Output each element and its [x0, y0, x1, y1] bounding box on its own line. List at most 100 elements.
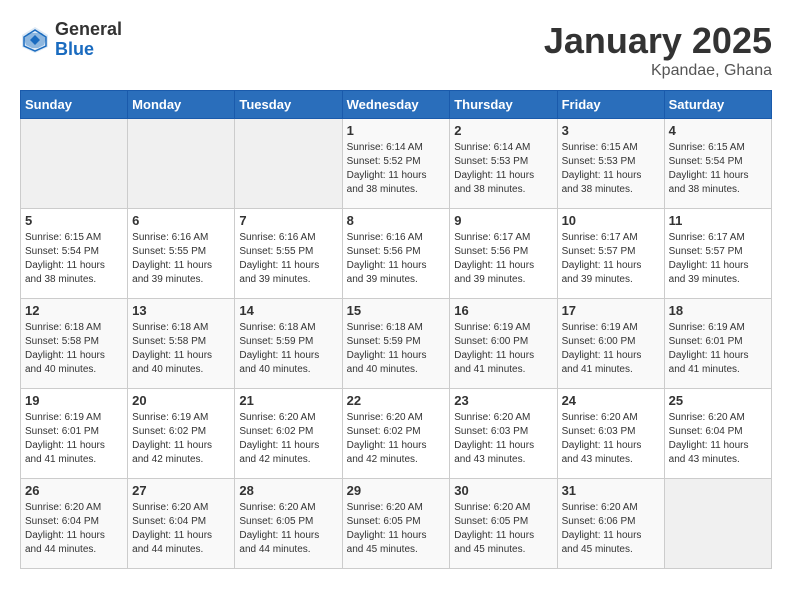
day-info: Sunrise: 6:19 AM Sunset: 6:01 PM Dayligh… [25, 411, 123, 467]
day-info: Sunrise: 6:20 AM Sunset: 6:05 PM Dayligh… [454, 501, 552, 557]
day-info: Sunrise: 6:20 AM Sunset: 6:02 PM Dayligh… [239, 411, 337, 467]
calendar-cell: 26Sunrise: 6:20 AM Sunset: 6:04 PM Dayli… [21, 479, 128, 569]
day-info: Sunrise: 6:16 AM Sunset: 5:56 PM Dayligh… [347, 231, 446, 287]
day-number: 11 [669, 213, 767, 228]
logo-icon [20, 25, 50, 55]
day-number: 16 [454, 303, 552, 318]
day-info: Sunrise: 6:19 AM Sunset: 6:00 PM Dayligh… [562, 321, 660, 377]
weekday-header-sunday: Sunday [21, 91, 128, 119]
day-number: 7 [239, 213, 337, 228]
day-number: 3 [562, 123, 660, 138]
day-number: 27 [132, 483, 230, 498]
day-number: 13 [132, 303, 230, 318]
calendar-cell: 9 Sunrise: 6:17 AM Sunset: 5:56 PM Daylig… [450, 209, 557, 299]
calendar-cell: 31Sunrise: 6:20 AM Sunset: 6:06 PM Dayli… [557, 479, 664, 569]
day-number: 20 [132, 393, 230, 408]
calendar-cell: 16 Sunrise: 6:19 AM Sunset: 6:00 PM Dayli… [450, 299, 557, 389]
calendar-cell: 29Sunrise: 6:20 AM Sunset: 6:05 PM Dayli… [342, 479, 450, 569]
day-info: Sunrise: 6:20 AM Sunset: 6:05 PM Dayligh… [347, 501, 446, 557]
day-number: 19 [25, 393, 123, 408]
calendar-cell: 14 Sunrise: 6:18 AM Sunset: 5:59 PM Dayli… [235, 299, 342, 389]
calendar-cell: 2Sunrise: 6:14 AM Sunset: 5:53 PM Daylig… [450, 119, 557, 209]
day-info: Sunrise: 6:15 AM Sunset: 5:54 PM Dayligh… [669, 141, 767, 197]
day-info: Sunrise: 6:20 AM Sunset: 6:02 PM Dayligh… [347, 411, 446, 467]
weekday-header-friday: Friday [557, 91, 664, 119]
day-number: 23 [454, 393, 552, 408]
day-info: Sunrise: 6:15 AM Sunset: 5:54 PM Dayligh… [25, 231, 123, 287]
day-number: 22 [347, 393, 446, 408]
day-info: Sunrise: 6:18 AM Sunset: 5:58 PM Dayligh… [132, 321, 230, 377]
weekday-header-saturday: Saturday [664, 91, 771, 119]
weekday-row: SundayMondayTuesdayWednesdayThursdayFrid… [21, 91, 772, 119]
calendar-cell: 25 Sunrise: 6:20 AM Sunset: 6:04 PM Dayli… [664, 389, 771, 479]
day-number: 4 [669, 123, 767, 138]
title-area: January 2025 Kpandae, Ghana [544, 20, 772, 80]
calendar-cell: 23 Sunrise: 6:20 AM Sunset: 6:03 PM Dayli… [450, 389, 557, 479]
calendar-cell: 3Sunrise: 6:15 AM Sunset: 5:53 PM Daylig… [557, 119, 664, 209]
calendar-cell: 12Sunrise: 6:18 AM Sunset: 5:58 PM Dayli… [21, 299, 128, 389]
calendar-cell [664, 479, 771, 569]
day-number: 1 [347, 123, 446, 138]
day-number: 28 [239, 483, 337, 498]
day-info: Sunrise: 6:19 AM Sunset: 6:02 PM Dayligh… [132, 411, 230, 467]
day-number: 17 [562, 303, 660, 318]
logo-blue: Blue [55, 40, 122, 60]
calendar-cell: 30 Sunrise: 6:20 AM Sunset: 6:05 PM Dayli… [450, 479, 557, 569]
subtitle: Kpandae, Ghana [544, 62, 772, 80]
calendar-cell: 1 Sunrise: 6:14 AM Sunset: 5:52 PM Daylig… [342, 119, 450, 209]
day-number: 6 [132, 213, 230, 228]
day-info: Sunrise: 6:14 AM Sunset: 5:53 PM Dayligh… [454, 141, 552, 197]
day-number: 24 [562, 393, 660, 408]
day-info: Sunrise: 6:16 AM Sunset: 5:55 PM Dayligh… [239, 231, 337, 287]
calendar-body: 1 Sunrise: 6:14 AM Sunset: 5:52 PM Daylig… [21, 119, 772, 569]
calendar-cell: 28 Sunrise: 6:20 AM Sunset: 6:05 PM Dayli… [235, 479, 342, 569]
calendar-cell [21, 119, 128, 209]
day-number: 9 [454, 213, 552, 228]
calendar-header: SundayMondayTuesdayWednesdayThursdayFrid… [21, 91, 772, 119]
day-number: 25 [669, 393, 767, 408]
day-info: Sunrise: 6:20 AM Sunset: 6:04 PM Dayligh… [669, 411, 767, 467]
day-number: 31 [562, 483, 660, 498]
calendar-cell [235, 119, 342, 209]
page-header: General Blue January 2025 Kpandae, Ghana [20, 20, 772, 80]
day-info: Sunrise: 6:19 AM Sunset: 6:00 PM Dayligh… [454, 321, 552, 377]
logo-general: General [55, 20, 122, 40]
calendar-week-1: 1 Sunrise: 6:14 AM Sunset: 5:52 PM Daylig… [21, 119, 772, 209]
weekday-header-thursday: Thursday [450, 91, 557, 119]
calendar-cell: 24 Sunrise: 6:20 AM Sunset: 6:03 PM Dayli… [557, 389, 664, 479]
day-number: 12 [25, 303, 123, 318]
calendar-cell: 4 Sunrise: 6:15 AM Sunset: 5:54 PM Daylig… [664, 119, 771, 209]
main-title: January 2025 [544, 20, 772, 62]
day-info: Sunrise: 6:16 AM Sunset: 5:55 PM Dayligh… [132, 231, 230, 287]
day-info: Sunrise: 6:20 AM Sunset: 6:05 PM Dayligh… [239, 501, 337, 557]
day-number: 10 [562, 213, 660, 228]
day-number: 30 [454, 483, 552, 498]
calendar-cell: 18 Sunrise: 6:19 AM Sunset: 6:01 PM Dayli… [664, 299, 771, 389]
calendar-cell: 20 Sunrise: 6:19 AM Sunset: 6:02 PM Dayli… [128, 389, 235, 479]
calendar-cell: 8 Sunrise: 6:16 AM Sunset: 5:56 PM Daylig… [342, 209, 450, 299]
day-number: 5 [25, 213, 123, 228]
weekday-header-wednesday: Wednesday [342, 91, 450, 119]
calendar-cell: 10Sunrise: 6:17 AM Sunset: 5:57 PM Dayli… [557, 209, 664, 299]
day-info: Sunrise: 6:17 AM Sunset: 5:56 PM Dayligh… [454, 231, 552, 287]
calendar-cell [128, 119, 235, 209]
day-number: 26 [25, 483, 123, 498]
calendar-cell: 27 Sunrise: 6:20 AM Sunset: 6:04 PM Dayli… [128, 479, 235, 569]
day-info: Sunrise: 6:18 AM Sunset: 5:59 PM Dayligh… [239, 321, 337, 377]
calendar-cell: 5 Sunrise: 6:15 AM Sunset: 5:54 PM Daylig… [21, 209, 128, 299]
day-number: 18 [669, 303, 767, 318]
calendar-cell: 19 Sunrise: 6:19 AM Sunset: 6:01 PM Dayli… [21, 389, 128, 479]
day-info: Sunrise: 6:20 AM Sunset: 6:04 PM Dayligh… [132, 501, 230, 557]
calendar-week-2: 5 Sunrise: 6:15 AM Sunset: 5:54 PM Daylig… [21, 209, 772, 299]
day-info: Sunrise: 6:20 AM Sunset: 6:03 PM Dayligh… [454, 411, 552, 467]
day-number: 8 [347, 213, 446, 228]
day-info: Sunrise: 6:20 AM Sunset: 6:03 PM Dayligh… [562, 411, 660, 467]
day-info: Sunrise: 6:19 AM Sunset: 6:01 PM Dayligh… [669, 321, 767, 377]
calendar-cell: 7 Sunrise: 6:16 AM Sunset: 5:55 PM Daylig… [235, 209, 342, 299]
calendar-cell: 6 Sunrise: 6:16 AM Sunset: 5:55 PM Daylig… [128, 209, 235, 299]
day-number: 14 [239, 303, 337, 318]
day-info: Sunrise: 6:14 AM Sunset: 5:52 PM Dayligh… [347, 141, 446, 197]
weekday-header-tuesday: Tuesday [235, 91, 342, 119]
calendar-table: SundayMondayTuesdayWednesdayThursdayFrid… [20, 90, 772, 569]
calendar-cell: 17 Sunrise: 6:19 AM Sunset: 6:00 PM Dayli… [557, 299, 664, 389]
